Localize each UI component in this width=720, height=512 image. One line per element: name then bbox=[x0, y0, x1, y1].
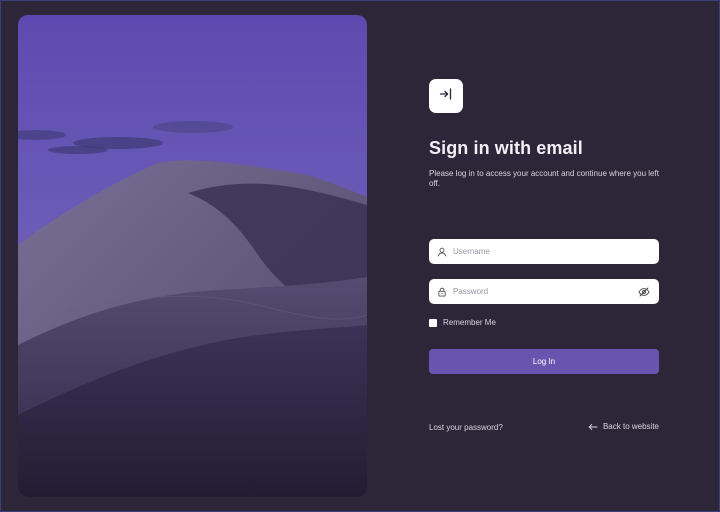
password-input[interactable] bbox=[453, 281, 638, 302]
remember-me-checkbox[interactable] bbox=[429, 318, 437, 327]
remember-me[interactable]: Remember Me bbox=[429, 318, 496, 327]
remember-me-label: Remember Me bbox=[443, 318, 496, 327]
page-subtitle: Please log in to access your account and… bbox=[429, 169, 659, 188]
username-field[interactable] bbox=[429, 239, 659, 264]
hero-image bbox=[18, 15, 367, 497]
page-title: Sign in with email bbox=[429, 138, 583, 158]
login-arrow-icon bbox=[439, 87, 453, 106]
username-input[interactable] bbox=[453, 241, 659, 262]
arrow-left-icon bbox=[588, 423, 598, 431]
password-field[interactable] bbox=[429, 279, 659, 304]
login-logo bbox=[429, 79, 463, 113]
lost-password-link[interactable]: Lost your password? bbox=[429, 423, 503, 432]
back-to-website-label: Back to website bbox=[602, 422, 659, 431]
eye-off-icon[interactable] bbox=[638, 287, 650, 297]
user-icon bbox=[437, 247, 447, 257]
back-to-website-link[interactable]: Back to website bbox=[588, 422, 659, 431]
lock-icon bbox=[437, 287, 447, 297]
login-button[interactable]: Log In bbox=[429, 349, 659, 374]
